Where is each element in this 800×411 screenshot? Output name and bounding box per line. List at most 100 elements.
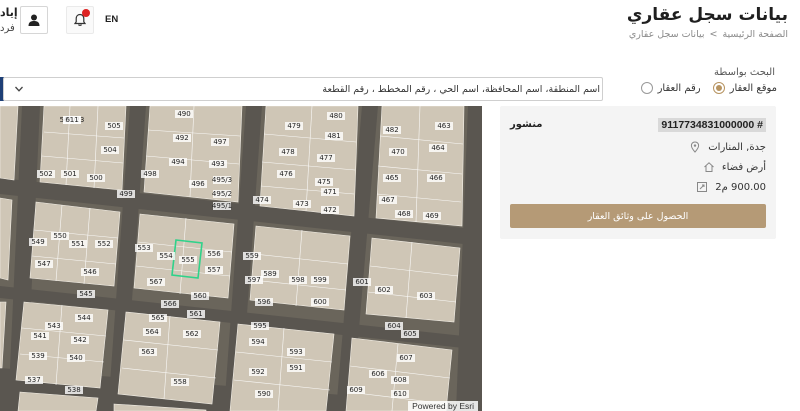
parcel-number-label: 474 xyxy=(255,196,269,204)
search-mode-radio-group: رقم العقار موقع العقار xyxy=(640,82,777,94)
parcel-number-label: 479 xyxy=(287,122,300,130)
parcel-number-label: 466 xyxy=(429,174,443,182)
parcel-type: أرض فضاء xyxy=(721,161,766,173)
parcel-number-label: 464 xyxy=(431,144,445,152)
parcel-number-label: 502 xyxy=(39,170,52,178)
parcel-info-card: 9117734831000000 # منشور جدة, المنارات أ… xyxy=(500,106,776,239)
parcel-number-label: 478 xyxy=(281,148,294,156)
radio-property-number[interactable]: رقم العقار xyxy=(640,82,701,94)
parcel-number-label: 590 xyxy=(257,390,270,398)
parcel-status: منشور xyxy=(510,119,543,130)
parcel-number-label: 504 xyxy=(103,146,117,154)
parcel-number-label: 499 xyxy=(119,190,132,198)
parcel-number-label: 496 xyxy=(191,180,205,188)
parcel-area: 900.00 م2 xyxy=(715,181,766,193)
radio-circle[interactable] xyxy=(640,82,653,94)
radio-label: موقع العقار xyxy=(729,82,777,94)
parcel-number-label: 567 xyxy=(149,278,162,286)
user-name[interactable]: إياد xyxy=(0,6,18,19)
parcel-number-label: 556 xyxy=(207,250,221,258)
parcel-number-label: 490 xyxy=(177,110,190,118)
parcel-number-label: 544 xyxy=(77,314,91,322)
parcel-number-label: 554 xyxy=(159,252,173,260)
get-property-documents-button[interactable]: الحصول على وثائق العقار xyxy=(510,204,766,228)
parcel-number-label: 560 xyxy=(193,292,206,300)
parcel-number-label: 546 xyxy=(83,268,97,276)
parcel-number-label: 547 xyxy=(37,260,50,268)
parcel-number-label: 607 xyxy=(399,354,412,362)
parcel-number-label: 552 xyxy=(97,240,110,248)
parcel-number-label: 596 xyxy=(257,298,271,306)
parcel-number-label: 481 xyxy=(327,132,340,140)
radio-property-location[interactable]: موقع العقار xyxy=(712,82,777,94)
top-header: بيانات سجل عقاري الصفحة الرئيسية > بيانات … xyxy=(0,0,800,58)
parcel-number-label: 477 xyxy=(319,154,332,162)
breadcrumb-separator: > xyxy=(709,29,718,40)
parcel-number-label: 555 xyxy=(181,256,194,264)
parcel-number-label: 558 xyxy=(173,378,186,386)
parcel-number-label: 473 xyxy=(295,200,308,208)
parcel-number-label: 494 xyxy=(171,158,185,166)
user-role: فرد xyxy=(0,23,15,34)
parcel-number-label: 541 xyxy=(33,332,46,340)
parcel-number-label: 559 xyxy=(245,252,258,260)
chevron-down-icon[interactable] xyxy=(14,84,24,94)
user-avatar-button[interactable] xyxy=(20,6,48,34)
parcel-number-label: 591 xyxy=(289,364,302,372)
parcel-number-label: 565 xyxy=(151,314,164,322)
search-by-label: البحث بواسطة xyxy=(714,67,775,78)
page-title: بيانات سجل عقاري xyxy=(626,5,788,25)
parcel-number-label: 592 xyxy=(251,368,264,376)
parcel-number-label: 601 xyxy=(355,278,368,286)
map-attribution: Powered by Esri xyxy=(408,401,478,411)
parcel-location: جدة, المنارات xyxy=(708,141,766,153)
breadcrumb-home-link[interactable]: الصفحة الرئيسية xyxy=(722,29,788,40)
radio-circle-selected[interactable] xyxy=(712,82,725,94)
parcel-number-label: 497 xyxy=(213,138,226,146)
parcel-number-label: 476 xyxy=(279,170,293,178)
parcel-number-label: 597 xyxy=(247,276,260,284)
parcel-number-label: 495/2 xyxy=(212,190,232,198)
parcel-number-label: 492 xyxy=(175,134,188,142)
user-icon xyxy=(28,14,40,26)
parcel-number-label: 539 xyxy=(31,352,44,360)
parcel-number-label: 563 xyxy=(141,348,154,356)
radio-label: رقم العقار xyxy=(657,82,701,94)
map-pin-icon xyxy=(688,140,702,154)
parcel-number-label: 604 xyxy=(387,322,401,330)
parcel-number-label: 566 xyxy=(163,300,177,308)
map-view[interactable]: 506/235055045005025014904924944934974984… xyxy=(0,106,482,411)
parcel-number-label: 602 xyxy=(377,286,390,294)
parcel-type-row: أرض فضاء xyxy=(702,160,766,174)
parcel-number-label: 553 xyxy=(137,244,150,252)
location-search-select[interactable] xyxy=(3,77,603,101)
parcel-number-label: 557 xyxy=(207,266,220,274)
parcel-number-label: 608 xyxy=(393,376,406,384)
parcel-number-label: 598 xyxy=(291,276,304,284)
parcel-number-label: 561 xyxy=(189,310,202,318)
parcel-area-row: 900.00 م2 xyxy=(695,180,766,194)
parcel-number-label: 599 xyxy=(313,276,326,284)
parcel-number-label: 495/1 xyxy=(212,202,232,210)
location-search-input[interactable] xyxy=(34,79,600,99)
parcel-number-label: 543 xyxy=(47,322,60,330)
parcel-number-label: 469 xyxy=(425,212,438,220)
parcel-number-label: 605 xyxy=(403,330,416,338)
parcel-number-label: 589 xyxy=(263,270,276,278)
parcel-number-label: 463 xyxy=(437,122,450,130)
area-icon xyxy=(695,180,709,194)
parcel-number-label: 495/3 xyxy=(212,176,232,184)
home-icon xyxy=(702,160,716,174)
parcel-number-label: 493 xyxy=(211,160,224,168)
breadcrumb-current: بيانات سجل عقاري xyxy=(628,29,705,40)
parcel-number-label: 480 xyxy=(329,112,342,120)
parcel-number-label: 611 xyxy=(65,116,78,124)
language-toggle[interactable]: EN xyxy=(105,14,118,25)
notifications-button[interactable] xyxy=(66,6,94,34)
parcel-number-label: 550 xyxy=(53,232,66,240)
parcel-number-label: 472 xyxy=(323,206,336,214)
parcel-number-label: 465 xyxy=(385,174,398,182)
parcel-number-label: 537 xyxy=(27,376,40,384)
map-canvas[interactable]: 506/235055045005025014904924944934974984… xyxy=(0,106,482,411)
parcel-number-label: 470 xyxy=(391,148,404,156)
